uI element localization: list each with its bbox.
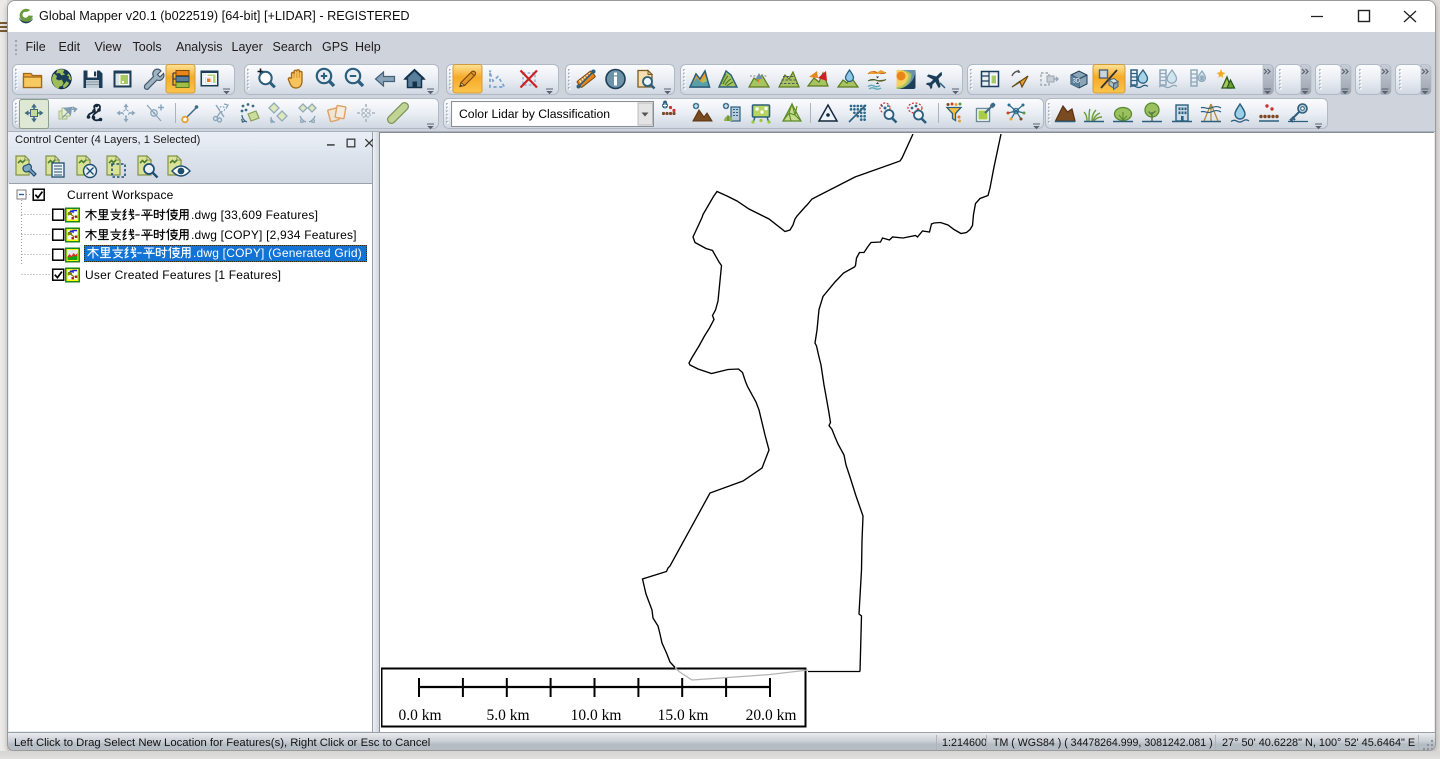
svg-text:0.0 km: 0.0 km bbox=[398, 707, 441, 724]
svg-text:5.0 km: 5.0 km bbox=[486, 707, 529, 724]
svg-text:3D: 3D bbox=[1073, 79, 1081, 85]
svg-text:Color Lidar by Classification: Color Lidar by Classification bbox=[459, 107, 610, 121]
svg-text:20.0 km: 20.0 km bbox=[746, 707, 797, 724]
svg-text:15.0 km: 15.0 km bbox=[658, 707, 709, 724]
svg-text:10.0 km: 10.0 km bbox=[571, 707, 622, 724]
